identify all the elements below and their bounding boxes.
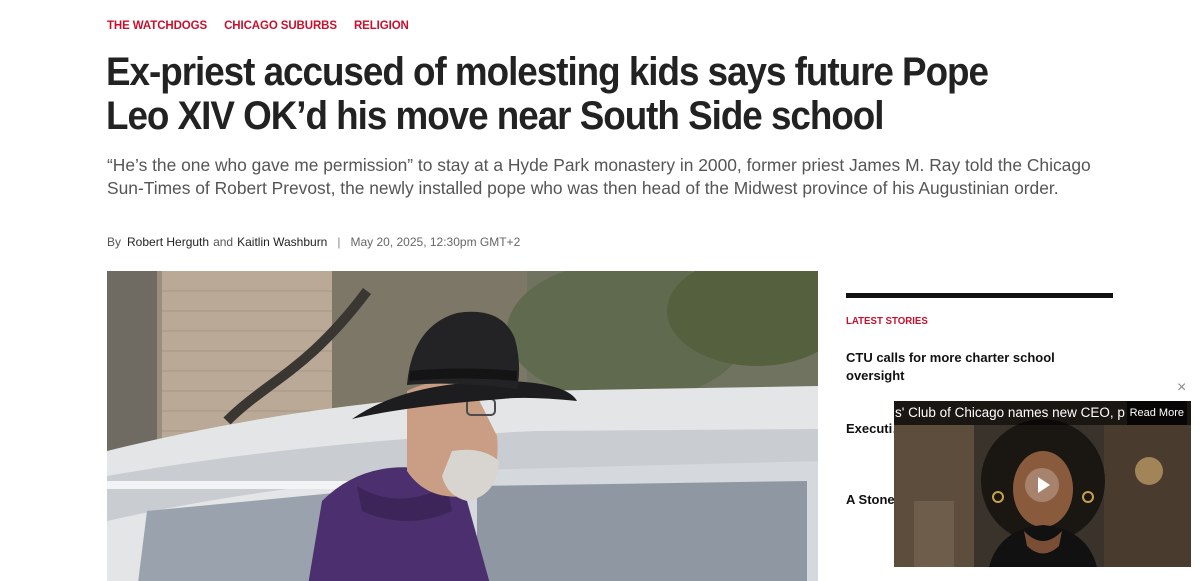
video-player[interactable]: s' Club of Chicago names new CEO, p Read…	[894, 401, 1191, 567]
latest-stories-sidebar: LATEST STORIES CTU calls for more charte…	[846, 293, 1113, 507]
video-caption-bar: s' Club of Chicago names new CEO, p Read…	[894, 401, 1191, 425]
byline: By Robert Herguth and Kaitlin Washburn |…	[107, 235, 520, 249]
tag-religion[interactable]: RELIGION	[354, 20, 409, 32]
story-link-ctu[interactable]: CTU calls for more charter school oversi…	[846, 349, 1086, 385]
byline-by: By	[107, 235, 122, 249]
author-link-herguth[interactable]: Robert Herguth	[127, 235, 209, 249]
section-tags: THE WATCHDOGS CHICAGO SUBURBS RELIGION	[107, 20, 409, 32]
sidebar-divider	[846, 293, 1113, 298]
latest-stories-heading: LATEST STORIES	[846, 315, 928, 327]
article-headline: Ex-priest accused of molesting kids says…	[106, 50, 989, 138]
hero-illustration	[107, 271, 818, 581]
video-caption: s' Club of Chicago names new CEO, p	[895, 405, 1125, 420]
play-button[interactable]	[1025, 468, 1059, 502]
publish-date: May 20, 2025, 12:30pm GMT+2	[350, 235, 521, 249]
byline-separator: |	[337, 235, 341, 249]
close-icon[interactable]: ×	[1177, 380, 1186, 396]
byline-and: and	[213, 235, 234, 249]
hero-image	[107, 271, 818, 581]
read-more-button[interactable]: Read More	[1126, 401, 1187, 425]
article-dek: “He’s the one who gave me permission” to…	[107, 155, 1091, 198]
tag-chicago-suburbs[interactable]: CHICAGO SUBURBS	[224, 20, 337, 32]
tag-the-watchdogs[interactable]: THE WATCHDOGS	[107, 20, 207, 32]
author-link-washburn[interactable]: Kaitlin Washburn	[237, 235, 327, 249]
play-icon	[1038, 477, 1050, 493]
